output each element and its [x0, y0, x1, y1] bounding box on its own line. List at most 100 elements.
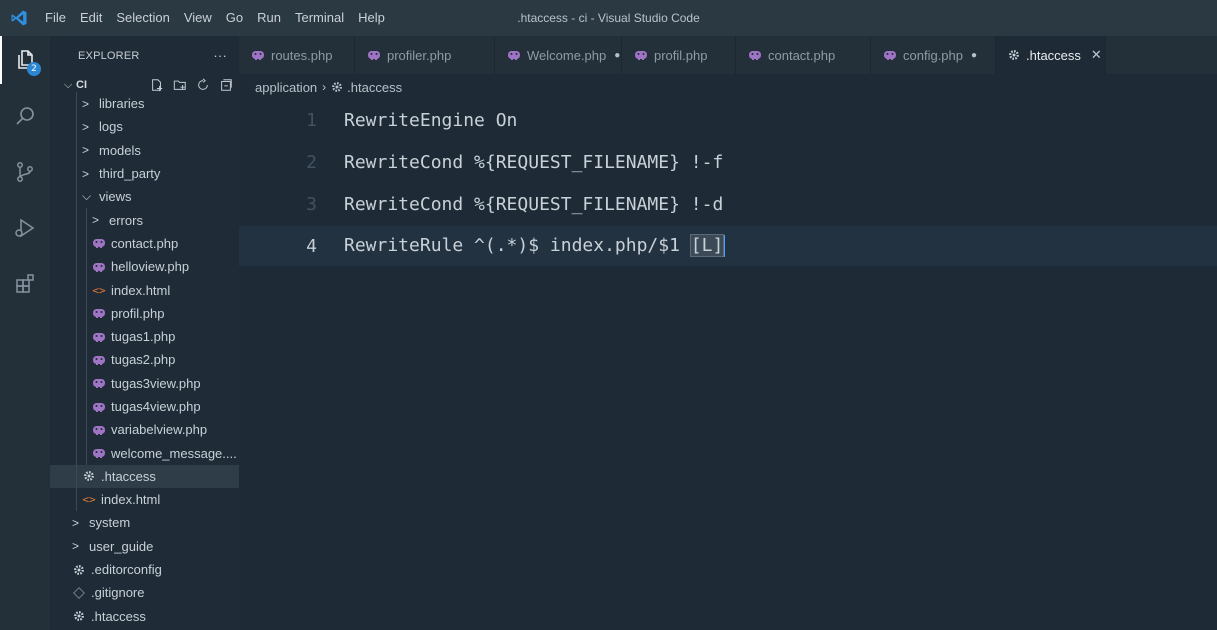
line-number: 4	[306, 235, 317, 257]
tree-item[interactable]: <> index.html	[50, 488, 239, 512]
code-line[interactable]: 3 RewriteCond %{REQUEST_FILENAME} !-d	[239, 184, 1217, 224]
tab-routes-php[interactable]: routes.php	[239, 36, 355, 74]
tree-item[interactable]: > logs	[50, 115, 239, 139]
tree-item-label: models	[99, 142, 141, 158]
source-control-icon	[17, 162, 33, 182]
tree-item[interactable]: > system	[50, 511, 239, 534]
tree-item[interactable]: <> index.html	[50, 278, 239, 302]
run-debug-activity-button[interactable]	[0, 204, 50, 252]
indent-guide	[76, 418, 77, 442]
run-debug-icon	[15, 218, 35, 238]
code-token: RewriteRule ^(.*)$ index.php/$1	[344, 235, 691, 256]
unsaved-dot-icon[interactable]: ●	[971, 50, 977, 61]
tree-item[interactable]: > user_guide	[50, 535, 239, 558]
menu-run[interactable]: Run	[250, 0, 288, 36]
tab-label: profil.php	[654, 47, 708, 63]
refresh-icon[interactable]	[196, 78, 210, 92]
indent-guide	[76, 394, 77, 419]
explorer-activity-button[interactable]: 2	[0, 36, 50, 84]
close-icon[interactable]: ✕	[1091, 47, 1102, 63]
indent-guide	[76, 185, 77, 209]
indent-guide	[76, 208, 77, 232]
search-activity-button[interactable]	[0, 92, 50, 140]
workspace-name: CI	[76, 79, 87, 91]
chevron-right-icon: >	[82, 96, 90, 111]
extensions-activity-button[interactable]	[0, 260, 50, 308]
chevron-right-icon: >	[82, 143, 90, 158]
php-file-icon	[93, 239, 105, 249]
code-line[interactable]: 1 RewriteEngine On	[239, 100, 1217, 140]
indent-guide	[76, 278, 77, 302]
tree-item[interactable]: tugas4view.php	[50, 394, 239, 419]
tab-contact-php[interactable]: contact.php	[736, 36, 871, 74]
collapse-all-icon[interactable]	[219, 78, 233, 92]
tab-label: Welcome.php	[527, 47, 607, 63]
tree-item[interactable]: variabelview.php	[50, 418, 239, 442]
menu-file[interactable]: File	[38, 0, 73, 36]
tree-item[interactable]: profil.php	[50, 301, 239, 325]
tree-item-label: tugas2.php	[111, 352, 176, 368]
tree-item[interactable]: > models	[50, 138, 239, 162]
tab-profiler-php[interactable]: profiler.php	[355, 36, 495, 74]
tab-label: config.php	[903, 47, 963, 63]
chevron-right-icon: >	[82, 166, 90, 181]
indent-guide	[76, 115, 77, 139]
php-file-icon	[93, 425, 105, 435]
explorer-header: EXPLORER ···	[50, 36, 239, 76]
source-control-activity-button[interactable]	[0, 148, 50, 196]
code-token: RewriteCond %{REQUEST_FILENAME} !-d	[344, 193, 724, 215]
tab-htaccess[interactable]: .htaccess ✕	[996, 36, 1106, 74]
php-file-icon	[635, 51, 647, 60]
tree-item[interactable]: .editorconfig	[50, 558, 239, 581]
menu-go[interactable]: Go	[219, 0, 250, 36]
tab-profil-php[interactable]: profil.php	[622, 36, 736, 74]
menu-view[interactable]: View	[177, 0, 219, 36]
explorer-title: EXPLORER	[78, 50, 140, 62]
new-folder-icon[interactable]	[173, 78, 187, 92]
tree-item[interactable]: .htaccess	[50, 464, 239, 489]
gear-icon	[74, 564, 84, 575]
chevron-down-icon: ⌵	[82, 189, 92, 204]
tree-item[interactable]: tugas3view.php	[50, 371, 239, 395]
tree-item[interactable]: > errors	[50, 208, 239, 232]
tab-welcome-php[interactable]: Welcome.php ●	[495, 36, 622, 74]
code-line[interactable]: 4 RewriteRule ^(.*)$ index.php/$1 [L]	[239, 226, 1217, 266]
tree-item[interactable]: > libraries	[50, 92, 239, 116]
tree-item[interactable]: tugas1.php	[50, 324, 239, 349]
tree-item[interactable]: ⌵ views	[50, 185, 239, 209]
tree-item[interactable]: .gitignore	[50, 581, 239, 604]
tree-item[interactable]: > third_party	[50, 161, 239, 186]
more-actions-button[interactable]: ···	[213, 36, 227, 76]
title-bar: File Edit Selection View Go Run Terminal Help .…	[0, 0, 1217, 36]
code-editor[interactable]: 1 RewriteEngine On 2 RewriteCond %{REQUEST_…	[239, 100, 1217, 630]
extensions-icon	[16, 274, 34, 293]
tab-label: routes.php	[271, 47, 333, 63]
code-text: RewriteCond %{REQUEST_FILENAME} !-f	[344, 152, 723, 173]
menu-selection[interactable]: Selection	[109, 0, 176, 36]
menu-help[interactable]: Help	[351, 0, 392, 36]
php-file-icon	[749, 51, 761, 60]
tree-item[interactable]: helloview.php	[50, 255, 239, 279]
unsaved-dot-icon[interactable]: ●	[614, 50, 620, 61]
breadcrumb-folder[interactable]: application	[255, 80, 317, 95]
tab-label: contact.php	[768, 47, 836, 63]
code-text: RewriteRule ^(.*)$ index.php/$1 [L]	[344, 234, 726, 257]
code-line[interactable]: 2 RewriteCond %{REQUEST_FILENAME} !-f	[239, 142, 1217, 182]
tab-config-php[interactable]: config.php ●	[871, 36, 996, 74]
indent-guide	[86, 324, 87, 349]
php-file-icon	[368, 51, 380, 60]
tree-item[interactable]: .htaccess	[50, 605, 239, 628]
menu-edit[interactable]: Edit	[73, 0, 109, 36]
tree-item-label: tugas1.php	[111, 329, 176, 345]
tree-item[interactable]: welcome_message....	[50, 441, 239, 465]
new-file-icon[interactable]	[150, 78, 164, 92]
php-file-icon	[93, 332, 105, 342]
breadcrumb-file[interactable]: .htaccess	[347, 80, 402, 95]
file-tree: > libraries > logs > models > third_party ⌵ views…	[50, 92, 239, 628]
git-file-icon	[73, 586, 85, 599]
gear-icon	[74, 611, 84, 622]
tree-item[interactable]: contact.php	[50, 231, 239, 256]
code-token: RewriteCond %{REQUEST_FILENAME} !-f	[344, 151, 724, 173]
menu-terminal[interactable]: Terminal	[288, 0, 351, 36]
tree-item[interactable]: tugas2.php	[50, 348, 239, 372]
